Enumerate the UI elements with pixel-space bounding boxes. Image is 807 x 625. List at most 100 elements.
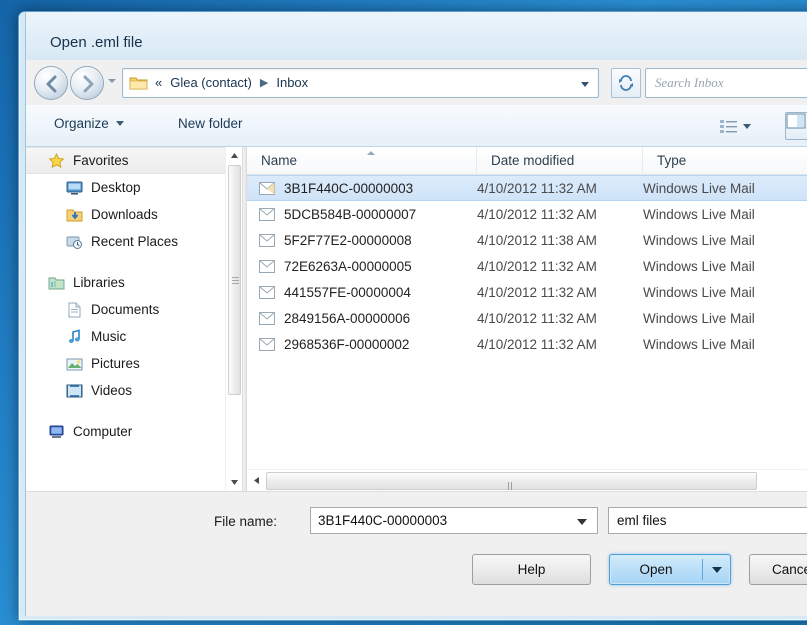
- sidebar-item-music[interactable]: Music: [26, 323, 242, 350]
- table-row[interactable]: 72E6263A-00000005 4/10/2012 11:32 AM Win…: [247, 253, 807, 279]
- dialog-content: Favorites Desktop Downloads Recent Place…: [26, 146, 807, 508]
- address-bar-row: « Glea (contact) ▶ Inbox Search Inbox: [26, 60, 807, 105]
- file-type-cell: Windows Live Mail: [643, 232, 755, 248]
- open-button[interactable]: Open: [609, 554, 731, 585]
- chevron-down-icon[interactable]: [712, 566, 722, 573]
- sidebar-item-documents[interactable]: Documents: [26, 296, 242, 323]
- email-icon: [259, 233, 275, 247]
- view-mode-button[interactable]: [715, 113, 763, 139]
- music-icon: [66, 328, 83, 345]
- help-button[interactable]: Help: [472, 554, 591, 585]
- search-placeholder: Search Inbox: [655, 75, 724, 90]
- file-type-select[interactable]: eml files: [608, 507, 807, 534]
- sidebar-scrollbar-thumb[interactable]: [228, 165, 241, 395]
- sidebar-item-label: Recent Places: [91, 234, 179, 249]
- email-icon: [259, 259, 275, 273]
- file-name-text: 3B1F440C-00000003: [284, 180, 414, 196]
- sidebar-item-label: Libraries: [73, 275, 125, 290]
- navigation-sidebar: Favorites Desktop Downloads Recent Place…: [26, 147, 242, 491]
- table-row[interactable]: 5F2F77E2-00000008 4/10/2012 11:38 AM Win…: [247, 227, 807, 253]
- file-name-cell: 5F2F77E2-00000008: [247, 233, 477, 248]
- sidebar-scrollbar[interactable]: [225, 147, 242, 491]
- file-type-value: eml files: [617, 513, 667, 528]
- file-type-cell: Windows Live Mail: [643, 206, 755, 222]
- table-row[interactable]: 2849156A-00000006 4/10/2012 11:32 AM Win…: [247, 305, 807, 331]
- sidebar-item-desktop[interactable]: Desktop: [26, 174, 242, 201]
- file-name-text: 2849156A-00000006: [284, 310, 411, 326]
- column-header-name-label: Name: [261, 152, 298, 168]
- email-icon: [259, 337, 275, 351]
- file-name-cell: 3B1F440C-00000003: [247, 181, 477, 196]
- sidebar-item-favorites[interactable]: Favorites: [26, 147, 242, 174]
- sidebar-item-label: Pictures: [91, 356, 140, 371]
- search-input[interactable]: Search Inbox: [645, 68, 807, 98]
- refresh-button[interactable]: [611, 68, 641, 98]
- folder-icon: [129, 77, 148, 90]
- file-name-input[interactable]: 3B1F440C-00000003: [310, 507, 598, 534]
- column-header-type[interactable]: Type: [643, 147, 807, 175]
- breadcrumb-item-0[interactable]: Glea (contact): [170, 75, 252, 90]
- table-row[interactable]: 5DCB584B-00000007 4/10/2012 11:32 AM Win…: [247, 201, 807, 227]
- file-list-header: Name Date modified Type: [247, 146, 807, 175]
- horizontal-scrollbar-track[interactable]: [266, 471, 757, 508]
- videos-icon: [66, 383, 83, 399]
- table-row[interactable]: 441557FE-00000004 4/10/2012 11:32 AM Win…: [247, 279, 807, 305]
- organize-button[interactable]: Organize: [54, 116, 124, 131]
- scroll-left-icon: [254, 477, 259, 484]
- sidebar-item-label: Documents: [91, 302, 160, 317]
- scrollbar-grip-icon: [508, 477, 515, 508]
- scroll-down-button[interactable]: [226, 474, 242, 491]
- file-name-value: 3B1F440C-00000003: [318, 513, 448, 528]
- dialog-inner-frame: Open .eml file « Glea (contact) ▶ Inbox …: [25, 12, 807, 616]
- chevron-down-icon[interactable]: [743, 123, 751, 129]
- sidebar-item-label: Videos: [91, 383, 133, 398]
- new-folder-button[interactable]: New folder: [178, 116, 243, 131]
- file-list-horizontal-scrollbar[interactable]: [247, 469, 807, 508]
- scroll-left-button[interactable]: [247, 471, 266, 491]
- table-row[interactable]: 3B1F440C-00000003 4/10/2012 11:32 AM Win…: [247, 175, 807, 201]
- sidebar-item-downloads[interactable]: Downloads: [26, 201, 242, 228]
- sidebar-item-pictures[interactable]: Pictures: [26, 350, 242, 377]
- title-bar: Open .eml file: [26, 12, 807, 60]
- scroll-up-button[interactable]: [226, 147, 242, 164]
- email-icon: [259, 311, 275, 325]
- address-bar[interactable]: « Glea (contact) ▶ Inbox: [122, 68, 599, 98]
- desktop-icon: [66, 180, 83, 196]
- file-name-text: 441557FE-00000004: [284, 284, 411, 300]
- breadcrumb-overflow-icon[interactable]: «: [155, 75, 162, 90]
- file-date-cell: 4/10/2012 11:32 AM: [477, 258, 597, 274]
- horizontal-scrollbar-thumb[interactable]: [266, 471, 757, 508]
- downloads-icon: [66, 207, 83, 223]
- file-date-cell: 4/10/2012 11:32 AM: [477, 284, 597, 300]
- back-button[interactable]: [34, 66, 68, 100]
- sidebar-item-videos[interactable]: Videos: [26, 377, 242, 404]
- sidebar-item-computer[interactable]: Computer: [26, 418, 242, 445]
- refresh-icon: [619, 75, 633, 91]
- breadcrumb-item-1[interactable]: Inbox: [276, 75, 308, 90]
- sidebar-item-label: Downloads: [91, 207, 158, 222]
- chevron-down-icon[interactable]: [577, 519, 587, 525]
- history-dropdown-button[interactable]: [108, 79, 116, 83]
- email-icon: [259, 207, 275, 221]
- sidebar-item-libraries[interactable]: Libraries: [26, 269, 242, 296]
- libraries-icon: [48, 275, 65, 291]
- sidebar-item-label: Favorites: [73, 153, 129, 168]
- file-name-cell: 2849156A-00000006: [247, 311, 477, 326]
- sidebar-item-recent-places[interactable]: Recent Places: [26, 228, 242, 255]
- computer-icon: [48, 424, 65, 440]
- email-icon: [259, 181, 275, 195]
- table-row[interactable]: 2968536F-00000002 4/10/2012 11:32 AM Win…: [247, 331, 807, 357]
- address-dropdown-icon[interactable]: [581, 82, 589, 87]
- preview-pane-button[interactable]: [785, 112, 807, 140]
- forward-button[interactable]: [70, 66, 104, 100]
- column-header-name[interactable]: Name: [247, 146, 477, 175]
- chevron-down-icon: [115, 121, 124, 126]
- toolbar: Organize New folder: [26, 105, 807, 147]
- file-name-text: 5F2F77E2-00000008: [284, 232, 412, 248]
- file-type-cell: Windows Live Mail: [643, 336, 755, 352]
- file-name-cell: 2968536F-00000002: [247, 337, 477, 352]
- recent-places-icon: [66, 234, 83, 250]
- cancel-button[interactable]: Cancel: [749, 554, 807, 585]
- file-date-cell: 4/10/2012 11:32 AM: [477, 336, 597, 352]
- column-header-date-modified[interactable]: Date modified: [477, 146, 643, 175]
